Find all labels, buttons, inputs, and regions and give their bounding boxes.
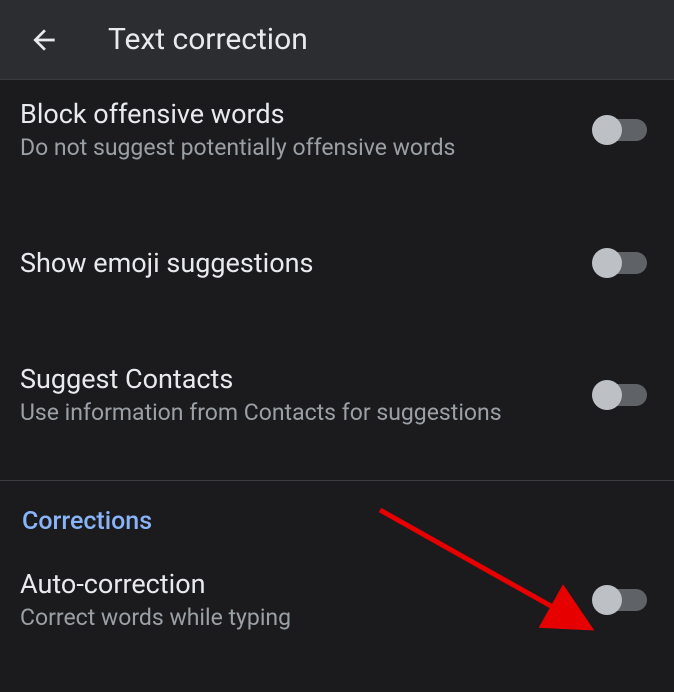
toggle-switch[interactable] [594, 586, 650, 614]
setting-show-emoji-suggestions[interactable]: Show emoji suggestions [0, 229, 674, 297]
setting-subtitle: Use information from Contacts for sugges… [20, 399, 574, 428]
setting-title: Auto-correction [20, 568, 574, 600]
setting-text: Show emoji suggestions [20, 247, 594, 279]
setting-block-offensive-words[interactable]: Block offensive words Do not suggest pot… [0, 80, 674, 181]
setting-text: Block offensive words Do not suggest pot… [20, 98, 594, 163]
back-arrow-icon [28, 24, 60, 56]
app-bar: Text correction [0, 0, 674, 80]
spacer [0, 297, 674, 345]
setting-title: Block offensive words [20, 98, 574, 130]
toggle-switch[interactable] [594, 116, 650, 144]
setting-subtitle: Correct words while typing [20, 604, 574, 633]
switch-thumb [592, 380, 622, 410]
toggle-switch[interactable] [594, 381, 650, 409]
setting-title: Show emoji suggestions [20, 247, 574, 279]
switch-thumb [592, 248, 622, 278]
settings-list: Block offensive words Do not suggest pot… [0, 80, 674, 650]
back-button[interactable] [20, 16, 68, 64]
switch-thumb [592, 585, 622, 615]
toggle-switch[interactable] [594, 249, 650, 277]
setting-text: Suggest Contacts Use information from Co… [20, 363, 594, 428]
spacer [0, 181, 674, 229]
setting-title: Suggest Contacts [20, 363, 574, 395]
page-title: Text correction [108, 22, 308, 57]
setting-subtitle: Do not suggest potentially offensive wor… [20, 134, 574, 163]
setting-suggest-contacts[interactable]: Suggest Contacts Use information from Co… [0, 345, 674, 446]
setting-text: Auto-correction Correct words while typi… [20, 568, 594, 633]
section-header-corrections: Corrections [0, 481, 674, 550]
spacer [0, 446, 674, 470]
setting-auto-correction[interactable]: Auto-correction Correct words while typi… [0, 550, 674, 651]
